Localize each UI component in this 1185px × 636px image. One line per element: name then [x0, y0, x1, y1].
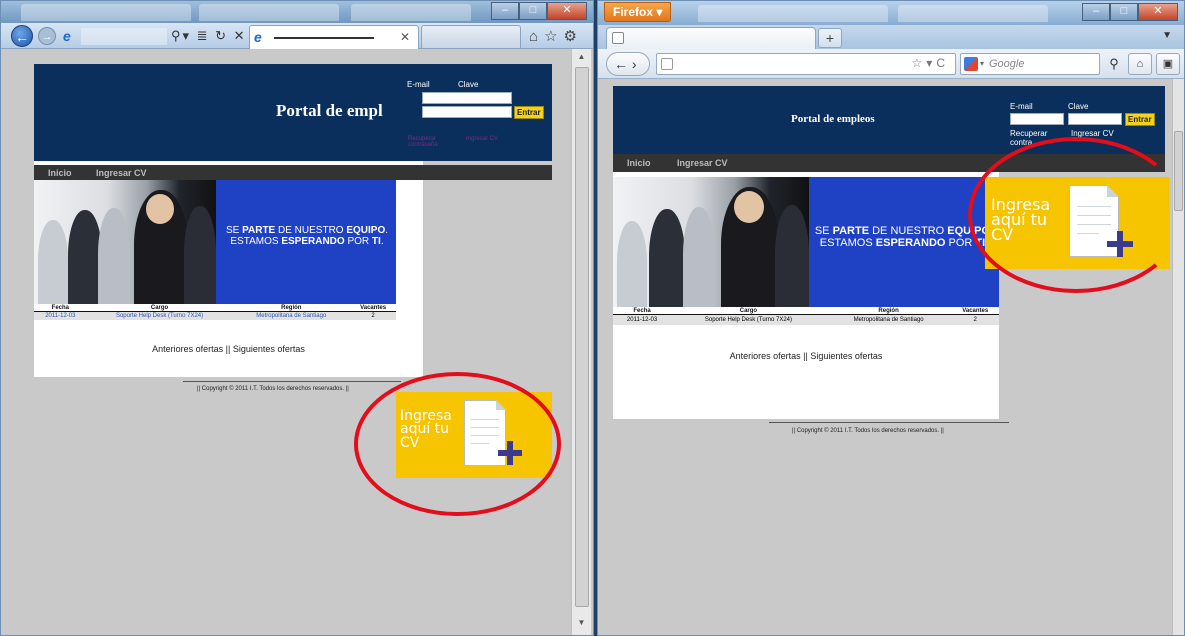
clave-label: Clave	[458, 80, 479, 89]
ff-navbar: ← › ☆▾C ▾ Google ⚲ ⌂ ▣	[598, 49, 1184, 79]
search-icon[interactable]: ⚲	[1104, 53, 1124, 75]
tab-close-icon[interactable]: ✕	[400, 30, 410, 44]
forward-button[interactable]: →	[38, 27, 56, 45]
cell-vacantes: 2	[350, 311, 396, 320]
ingresar-cv-link[interactable]: Ingresar CV	[466, 136, 498, 142]
entrar-button[interactable]: Entrar	[1125, 113, 1155, 126]
ie-logo-icon: e	[63, 28, 71, 44]
table-row[interactable]: 2011-12-03 Soporte Help Desk (Turno 7X24…	[34, 311, 396, 320]
menu-inicio[interactable]: Inicio	[48, 168, 72, 178]
close-button[interactable]: ✕	[1138, 3, 1178, 21]
office-photo	[613, 177, 809, 307]
ie-tool-icons[interactable]: ⌂☆⚙	[529, 27, 583, 45]
pager[interactable]: Anteriores ofertas || Siguientes ofertas	[613, 351, 999, 361]
tab-title	[274, 37, 374, 39]
ie-active-tab[interactable]: e ✕	[249, 25, 419, 49]
minimize-button[interactable]: –	[1082, 3, 1110, 21]
page-container: Portal de empleos E-mail Clave Entrar Re…	[613, 86, 1165, 419]
site-title: Portal de empleos	[791, 113, 875, 125]
office-photo	[34, 180, 216, 304]
ie-titlebar: – □ ✕	[1, 1, 593, 23]
table-row[interactable]: 2011-12-03 Soporte Help Desk (Turno 7X24…	[613, 314, 999, 325]
address-bar[interactable]	[81, 28, 167, 45]
clave-label: Clave	[1068, 102, 1089, 111]
url-bar[interactable]: ☆▾C	[656, 53, 956, 75]
taskbar-tab[interactable]	[351, 4, 471, 21]
ie-inactive-tab[interactable]	[421, 25, 521, 49]
menu-ingresar-cv[interactable]: Ingresar CV	[96, 168, 147, 178]
url-controls[interactable]: ☆▾C	[912, 56, 949, 70]
menu-inicio[interactable]: Inicio	[627, 158, 651, 168]
bookmarks-icon[interactable]: ▣	[1156, 53, 1180, 75]
highlight-circle	[354, 372, 561, 516]
ff-titlebar: Firefox ▾ – □ ✕	[598, 1, 1184, 25]
page-container: Portal de empl E-mail Clave Entrar Recup…	[34, 64, 552, 377]
minimize-button[interactable]: –	[491, 2, 519, 20]
taskbar-tab[interactable]	[698, 5, 888, 22]
footer-divider	[183, 381, 401, 382]
email-input[interactable]	[422, 92, 512, 104]
email-input[interactable]	[1010, 113, 1064, 125]
ie-viewport: Portal de empl E-mail Clave Entrar Recup…	[11, 49, 571, 635]
offers-table: Fecha Cargo Región Vacantes 2011-12-03 S…	[613, 308, 999, 325]
taskbar-tab[interactable]	[898, 5, 1048, 22]
email-label: E-mail	[407, 80, 430, 89]
search-engine-chevron-icon[interactable]: ▾	[980, 54, 984, 74]
back-forward-button[interactable]: ← ›	[606, 52, 650, 76]
clave-input[interactable]	[422, 106, 512, 118]
ie-vertical-scrollbar[interactable]: ▲ ▼	[571, 49, 591, 635]
search-input[interactable]: ▾ Google	[960, 53, 1100, 75]
hero-banner: SE PARTE DE NUESTRO EQUIPO. ESTAMOS ESPE…	[613, 177, 999, 307]
ie-tab-favicon-icon: e	[254, 29, 262, 45]
cell-cargo[interactable]: Soporte Help Desk (Turno 7X24)	[671, 314, 826, 325]
footer: || Copyright © 2011 I.T. Todos los derec…	[792, 428, 944, 434]
ff-vertical-scrollbar[interactable]	[1172, 79, 1184, 635]
address-controls[interactable]: ⚲▾ ≣ ↻ ✕	[171, 28, 247, 44]
cell-fecha[interactable]: 2011-12-03	[613, 314, 672, 325]
ff-active-tab[interactable]	[606, 27, 816, 49]
taskbar-tab[interactable]	[21, 4, 191, 21]
pager[interactable]: Anteriores ofertas || Siguientes ofertas	[34, 344, 423, 354]
highlight-circle	[968, 137, 1184, 293]
firefox-window: Firefox ▾ – □ ✕ + ▼ ← › ☆▾C ▾ Google ⚲ ⌂…	[597, 0, 1185, 636]
entrar-button[interactable]: Entrar	[514, 106, 544, 119]
ff-tabstrip: + ▼	[598, 25, 1184, 49]
cell-fecha[interactable]: 2011-12-03	[34, 311, 87, 320]
recuperar-link[interactable]: Recuperar contraseña	[408, 136, 448, 148]
menu-ingresar-cv[interactable]: Ingresar CV	[677, 158, 728, 168]
firefox-menu-button[interactable]: Firefox ▾	[604, 2, 672, 22]
footer-divider	[769, 422, 1009, 423]
taskbar-tab[interactable]	[199, 4, 339, 21]
scroll-thumb[interactable]	[575, 67, 589, 607]
cell-region[interactable]: Metropolitana de Santiago	[825, 314, 952, 325]
ie-navbar: ← → e ⚲▾ ≣ ↻ ✕ e ✕ ⌂☆⚙	[1, 23, 593, 49]
tab-list-chevron-icon[interactable]: ▼	[1162, 30, 1172, 41]
ff-viewport: Portal de empleos E-mail Clave Entrar Re…	[598, 79, 1184, 635]
close-button[interactable]: ✕	[547, 2, 587, 20]
scroll-up-icon[interactable]: ▲	[572, 49, 591, 65]
site-identity-icon	[661, 58, 673, 70]
footer: || Copyright © 2011 I.T. Todos los derec…	[197, 386, 349, 392]
cell-cargo[interactable]: Soporte Help Desk (Turno 7X24)	[86, 311, 233, 320]
new-tab-button[interactable]: +	[818, 28, 842, 48]
scroll-thumb[interactable]	[1174, 131, 1183, 211]
offers-table: Fecha Cargo Región Vacantes 2011-12-03 S…	[34, 305, 396, 320]
site-header: Portal de empl E-mail Clave Entrar Recup…	[34, 64, 552, 161]
site-menubar: Inicio Ingresar CV	[34, 165, 552, 180]
cell-region[interactable]: Metropolitana de Santiago	[232, 311, 351, 320]
banner-text: SE PARTE DE NUESTRO EQUIPO. ESTAMOS ESPE…	[225, 225, 389, 247]
email-label: E-mail	[1010, 102, 1033, 111]
site-title: Portal de empl	[276, 101, 383, 120]
home-icon[interactable]: ⌂	[1128, 53, 1152, 75]
back-button[interactable]: ←	[11, 25, 33, 47]
cell-vacantes: 2	[951, 314, 999, 325]
clave-input[interactable]	[1068, 113, 1122, 125]
google-icon	[964, 57, 978, 71]
scroll-down-icon[interactable]: ▼	[572, 615, 591, 631]
hero-banner: SE PARTE DE NUESTRO EQUIPO. ESTAMOS ESPE…	[34, 180, 396, 304]
maximize-button[interactable]: □	[1110, 3, 1138, 21]
tab-favicon-icon	[612, 32, 624, 44]
maximize-button[interactable]: □	[519, 2, 547, 20]
ie-window: – □ ✕ ← → e ⚲▾ ≣ ↻ ✕ e ✕ ⌂☆⚙ Portal de e…	[0, 0, 594, 636]
